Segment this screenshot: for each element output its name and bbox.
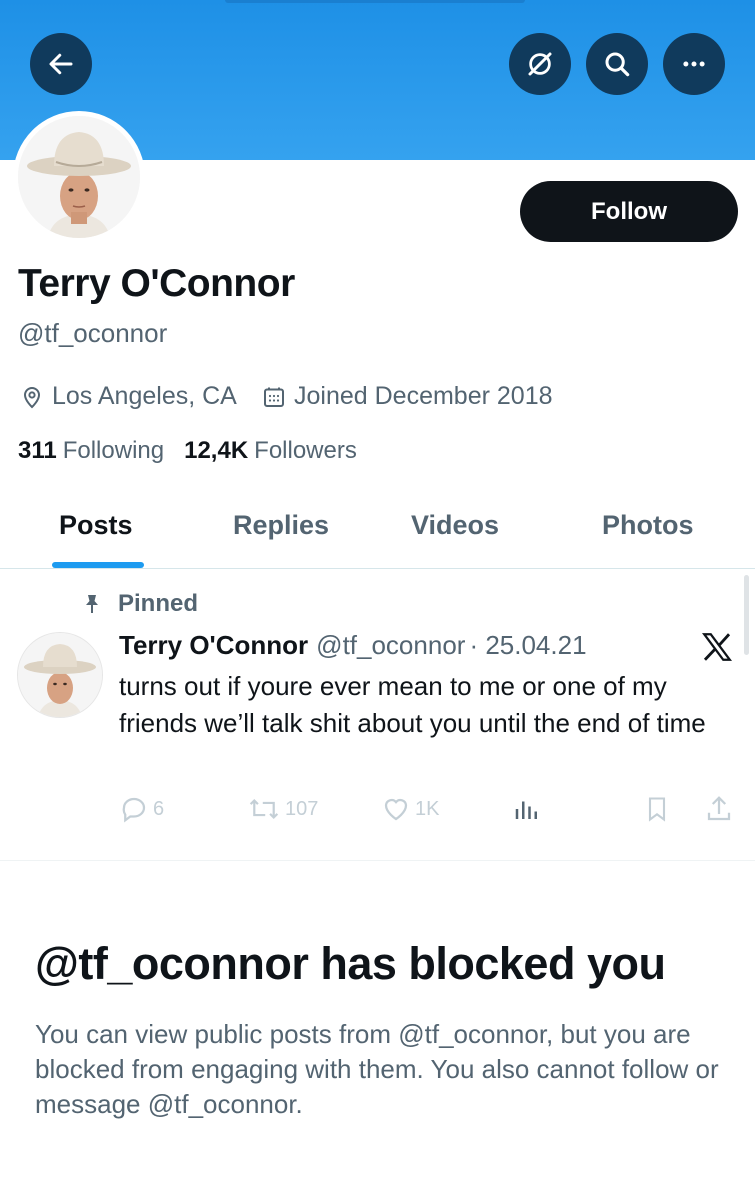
post-avatar-image (18, 633, 102, 717)
scrollbar[interactable] (744, 575, 749, 655)
joined-text: Joined December 2018 (294, 382, 553, 410)
following-count: 311 (18, 437, 57, 464)
post-text: turns out if youre ever mean to me or on… (119, 671, 706, 738)
grok-icon (528, 52, 552, 76)
post-author[interactable]: Terry O'Connor (119, 630, 308, 661)
post-handle[interactable]: @tf_oconnor (316, 630, 465, 661)
reply-count: 6 (153, 797, 165, 820)
tab-videos[interactable]: Videos (411, 510, 499, 541)
blocked-message: You can view public posts from @tf_oconn… (35, 1019, 719, 1119)
reply-icon (122, 797, 146, 823)
status-line (225, 0, 525, 3)
post-header: Terry O'Connor @tf_oconnor · 25.04.21 (119, 630, 587, 661)
profile-handle: @tf_oconnor (18, 318, 168, 348)
pinned-indicator: Pinned (80, 590, 198, 618)
back-button[interactable] (30, 33, 92, 95)
share-action[interactable] (704, 792, 738, 826)
bookmark-action[interactable] (643, 792, 675, 826)
followers-label: Followers (254, 437, 357, 464)
following-link[interactable]: 311 Following (18, 437, 164, 465)
location-text: Los Angeles, CA (52, 382, 237, 410)
grok-button[interactable] (509, 33, 571, 95)
tab-posts[interactable]: Posts (59, 510, 133, 541)
profile-location: Los Angeles, CA (20, 382, 237, 411)
search-button[interactable] (586, 33, 648, 95)
pinned-label: Pinned (118, 590, 199, 617)
like-count: 1K (415, 797, 440, 820)
x-logo-icon (700, 630, 734, 669)
tab-replies[interactable]: Replies (233, 510, 329, 541)
repost-icon (249, 798, 279, 820)
profile-tabs: Posts Replies Videos Photos (0, 500, 755, 569)
share-icon (707, 796, 731, 821)
blocked-title: @tf_oconnor has blocked you (35, 938, 666, 989)
views-chart-icon (515, 801, 537, 819)
post-divider (0, 860, 755, 861)
repost-count: 107 (285, 797, 319, 820)
more-button[interactable] (663, 33, 725, 95)
post-date[interactable]: · 25.04.21 (469, 630, 586, 661)
profile-name: Terry O'Connor (18, 262, 295, 305)
views-action[interactable] (512, 792, 546, 826)
more-dots-icon (683, 61, 705, 67)
like-action[interactable]: 1K (381, 792, 439, 826)
calendar-icon (264, 387, 284, 407)
profile-joined: Joined December 2018 (262, 382, 553, 411)
follow-button[interactable]: Follow (520, 181, 738, 242)
active-tab-indicator (52, 562, 144, 568)
location-pin-icon (23, 386, 41, 408)
followers-link[interactable]: 12,4K Followers (184, 437, 357, 465)
profile-stats: 311 Following 12,4K Followers (18, 437, 377, 465)
avatar-cowboy-image (18, 116, 140, 238)
heart-icon (384, 798, 408, 821)
repost-action[interactable]: 107 (247, 792, 318, 826)
arrow-left-icon (49, 53, 73, 75)
post-avatar[interactable] (17, 632, 103, 718)
pin-icon (86, 595, 98, 613)
following-label: Following (62, 437, 165, 464)
bookmark-icon (648, 797, 666, 822)
tab-photos[interactable]: Photos (602, 510, 694, 541)
reply-action[interactable]: 6 (119, 792, 164, 826)
profile-avatar[interactable] (13, 111, 145, 243)
search-icon (605, 52, 630, 77)
followers-count: 12,4K (184, 437, 249, 464)
